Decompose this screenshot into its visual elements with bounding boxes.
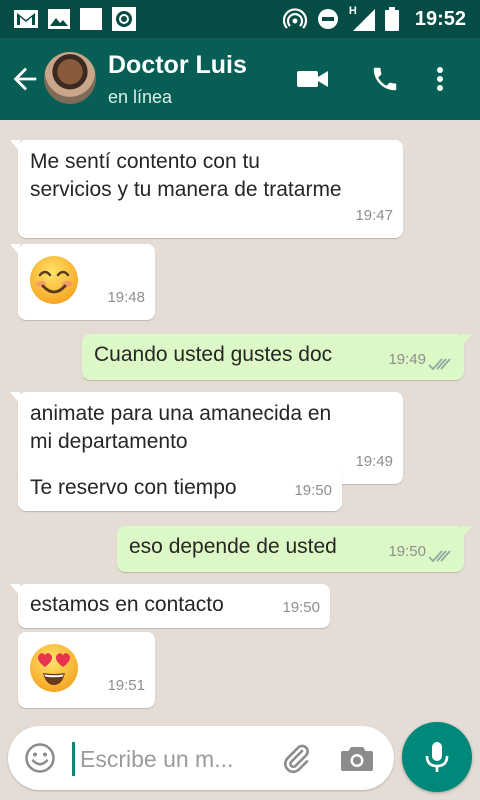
chat-header: Doctor Luis en línea	[0, 38, 480, 120]
bubble-tail	[10, 140, 20, 152]
message-time: 19:51	[107, 677, 145, 694]
more-vert-icon[interactable]	[430, 64, 450, 94]
target-icon	[112, 7, 136, 31]
gmail-icon	[14, 10, 38, 28]
text-caret	[72, 742, 75, 776]
signal-icon	[352, 9, 375, 31]
battery-icon	[384, 7, 399, 31]
message-input[interactable]	[80, 742, 260, 776]
voice-message-button[interactable]	[402, 722, 472, 792]
bubble-tail	[462, 526, 472, 538]
message-line: servicios y tu manera de tratarme	[30, 178, 342, 201]
bubble-tail	[10, 584, 20, 596]
message-line: animate para una amanecida en	[30, 402, 332, 425]
message-incoming[interactable]: estamos en contacto 19:50	[10, 584, 330, 628]
bubble-tail	[10, 392, 20, 404]
message-text: estamos en contacto	[30, 593, 224, 616]
message-line: mi departamento	[30, 430, 188, 453]
hotspot-icon	[282, 8, 307, 29]
heart-eyes-face-icon	[30, 644, 78, 692]
message-time: 19:48	[107, 289, 145, 306]
contact-avatar[interactable]	[44, 52, 96, 104]
message-incoming[interactable]: Te reservo con tiempo 19:50	[18, 467, 342, 511]
emoji-icon[interactable]	[24, 742, 56, 774]
chat-messages[interactable]: Me sentí contento con tu servicios y tu …	[0, 120, 480, 720]
message-incoming-emoji[interactable]: 19:48	[10, 244, 155, 320]
message-text: Te reservo con tiempo	[30, 476, 237, 499]
read-ticks-icon	[428, 358, 451, 371]
message-incoming-emoji[interactable]: 19:51	[18, 632, 155, 708]
message-time: 19:50	[388, 543, 426, 560]
contact-status: en línea	[108, 87, 173, 107]
signal-indicator: H	[349, 5, 375, 31]
blank-notification-icon	[80, 8, 102, 30]
back-arrow-icon[interactable]	[8, 62, 42, 96]
status-bar-notifications	[0, 7, 136, 31]
message-line: Me sentí contento con tu	[30, 150, 260, 173]
status-bar: H 19:52	[0, 0, 480, 38]
gallery-icon	[48, 9, 70, 29]
message-time: 19:50	[294, 482, 332, 499]
message-outgoing[interactable]: Cuando usted gustes doc 19:49	[82, 334, 472, 380]
message-text: animate para una amanecida en mi departa…	[30, 400, 331, 456]
message-text: eso depende de usted	[129, 535, 337, 558]
do-not-disturb-icon	[317, 9, 338, 29]
message-time: 19:47	[355, 207, 393, 224]
status-bar-system: H 19:52	[282, 0, 466, 38]
message-text: Me sentí contento con tu servicios y tu …	[30, 148, 342, 204]
attach-icon[interactable]	[280, 742, 312, 774]
read-ticks-icon	[428, 550, 451, 563]
message-text: Cuando usted gustes doc	[94, 343, 333, 366]
message-incoming[interactable]: Me sentí contento con tu servicios y tu …	[10, 140, 403, 238]
smiling-face-icon	[30, 256, 78, 304]
message-time: 19:49	[388, 351, 426, 368]
message-outgoing[interactable]: eso depende de usted 19:50	[117, 526, 472, 572]
mic-icon	[425, 742, 449, 772]
status-time: 19:52	[414, 7, 466, 30]
bubble-tail	[462, 334, 472, 346]
bubble-tail	[10, 244, 20, 256]
message-time: 19:50	[282, 599, 320, 616]
contact-name[interactable]: Doctor Luis	[108, 51, 247, 80]
phone-icon[interactable]	[368, 64, 402, 94]
message-composer	[8, 726, 394, 790]
camera-icon[interactable]	[340, 742, 374, 774]
video-call-icon[interactable]	[296, 64, 330, 94]
message-time: 19:49	[355, 453, 393, 470]
